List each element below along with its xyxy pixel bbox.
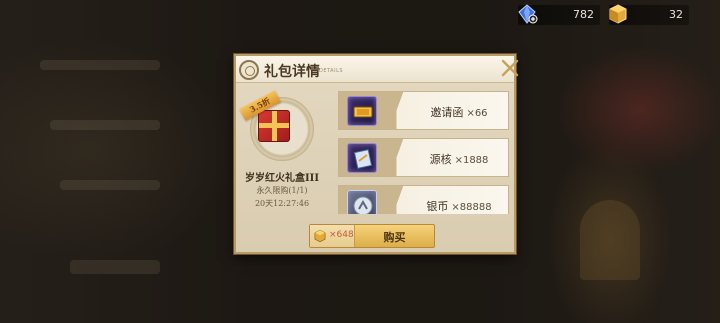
dialog-body: 3.5折 岁岁红火礼盒III 永久限购(1/1) 20天12:27:46 邀请函… <box>236 83 514 252</box>
gift-pack-details-dialog: 礼包详情 DETAILS 3.5折 岁岁红火礼盒III 永久限购(1/1) 20… <box>234 54 519 254</box>
item-name: 邀请函 <box>430 106 464 119</box>
dialog-header: 礼包详情 DETAILS <box>236 56 514 83</box>
emblem-icon <box>239 60 259 80</box>
gold-cube-icon <box>314 229 326 243</box>
dialog-title: 礼包详情 <box>264 64 320 80</box>
dialog-subtitle: DETAILS <box>319 68 344 74</box>
gift-box-icon <box>258 110 290 142</box>
pack-name: 岁岁红火礼盒III <box>244 173 320 184</box>
silver-coin-icon[interactable] <box>347 190 377 214</box>
gold-cube-icon <box>609 4 627 24</box>
buy-button[interactable]: ×648 购买 <box>309 224 435 248</box>
item-name: 源核 <box>429 153 452 166</box>
list-item: 银币 ×88888 <box>338 185 509 214</box>
source-core-icon[interactable] <box>347 143 377 173</box>
invitation-ticket-icon[interactable] <box>347 96 377 126</box>
item-qty: ×1888 <box>454 155 489 166</box>
item-name: 银币 <box>426 200 449 213</box>
resource-crystal[interactable]: 782 <box>518 4 600 25</box>
buy-label: 购买 <box>383 231 406 244</box>
crystal-count: 782 <box>573 8 594 21</box>
purchase-limit: 永久限购(1/1) <box>256 186 308 195</box>
list-item: 邀请函 ×66 <box>338 91 509 131</box>
price-value: ×648 <box>329 230 354 240</box>
item-qty: ×88888 <box>451 202 492 213</box>
list-item: 源核 ×1888 <box>338 138 509 178</box>
reward-list[interactable]: 邀请函 ×66 源核 ×1888 银币 ×88888 <box>338 91 509 214</box>
item-qty: ×66 <box>466 108 488 119</box>
gold-count: 32 <box>669 8 683 21</box>
time-remaining: 20天12:27:46 <box>254 199 310 208</box>
close-icon[interactable] <box>498 56 522 80</box>
blue-crystal-icon <box>518 4 538 24</box>
resource-gold[interactable]: 32 <box>609 4 689 25</box>
price-box: ×648 <box>310 225 355 247</box>
